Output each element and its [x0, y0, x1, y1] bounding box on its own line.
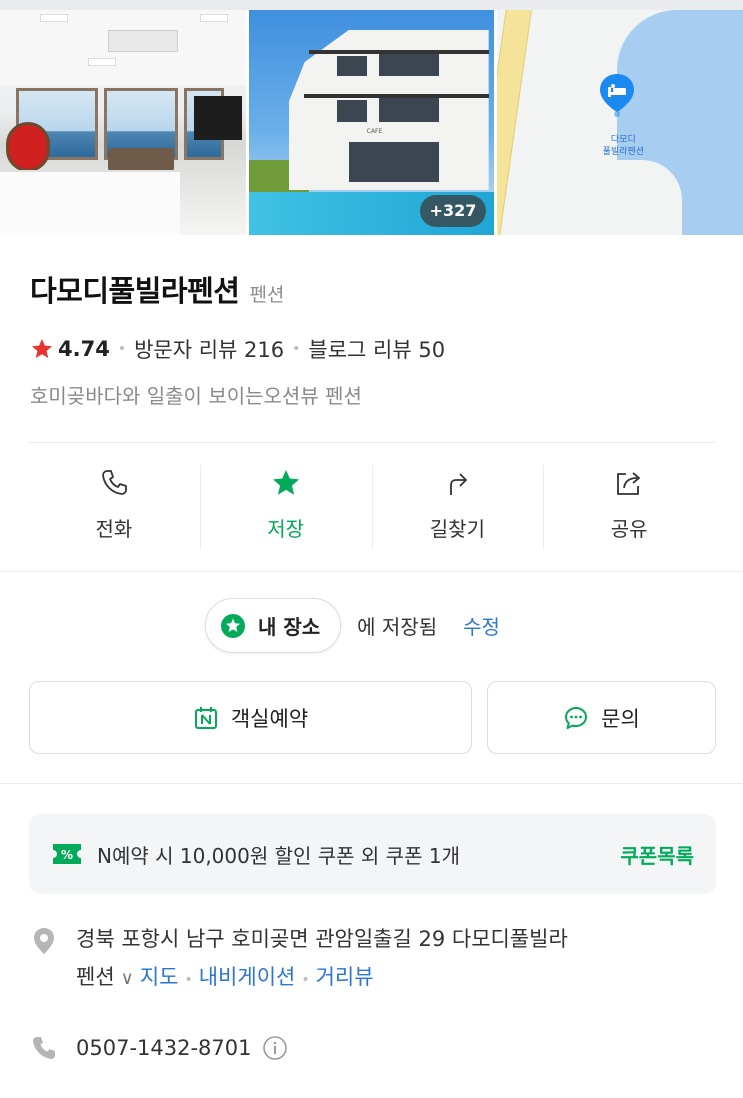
- building-window: [348, 142, 439, 182]
- place-title-row: 다모디풀빌라펜션 펜션: [30, 268, 284, 310]
- edit-link[interactable]: 수정: [463, 611, 500, 640]
- divider: [0, 571, 743, 572]
- place-name: 다모디풀빌라펜션: [30, 274, 240, 308]
- review-summary: 4.74 • 방문자 리뷰 216 • 블로그 리뷰 50: [30, 334, 445, 364]
- navigation-link[interactable]: 내비게이션: [199, 965, 296, 989]
- sofa: [108, 148, 174, 172]
- star-icon: [272, 470, 299, 495]
- action-bar: 전화 저장 길찾기 공유: [28, 465, 715, 549]
- map-place-label: 다모디 풀빌라펜션: [593, 134, 653, 158]
- building-window: [336, 56, 367, 76]
- map-label-line1: 다모디: [610, 135, 636, 145]
- save-label: 저장: [267, 517, 305, 541]
- inquiry-button[interactable]: 문의: [487, 681, 716, 754]
- info-icon[interactable]: [262, 1035, 288, 1061]
- rating-value: 4.74: [58, 337, 110, 361]
- top-strip: [0, 0, 743, 10]
- phone-row: 0507-1432-8701: [30, 1034, 288, 1062]
- share-button[interactable]: 공유: [543, 465, 715, 549]
- photo-exterior[interactable]: CAFE +327: [248, 10, 495, 235]
- photo-interior[interactable]: [0, 10, 246, 235]
- map-land: [592, 160, 683, 235]
- coupon-list-link[interactable]: 쿠폰목록: [620, 840, 694, 869]
- separator-dot: •: [184, 972, 193, 988]
- address-row: 경북 포항시 남구 호미곶면 관암일출길 29 다모디풀빌라 펜션 ∨ 지도 • 내비게…: [30, 926, 720, 999]
- room-reservation-label: 객실예약: [230, 706, 309, 731]
- map-pin-icon: [600, 74, 635, 117]
- building-window: [378, 54, 439, 76]
- cafe-sign: CAFE: [366, 128, 383, 135]
- share-label: 공유: [610, 517, 648, 541]
- coupon-text: N예약 시 10,000원 할인 쿠폰 외 쿠폰 1개: [97, 843, 460, 868]
- visitor-reviews-link[interactable]: 방문자 리뷰 216: [134, 334, 284, 364]
- inquiry-label: 문의: [601, 706, 640, 731]
- building-window: [378, 96, 439, 122]
- balcony-rail: [308, 50, 489, 54]
- chevron-down-icon[interactable]: ∨: [121, 968, 134, 989]
- svg-text:%: %: [61, 848, 73, 862]
- divider: [0, 783, 743, 784]
- directions-button[interactable]: 길찾기: [371, 465, 544, 549]
- save-button[interactable]: 저장: [199, 465, 372, 549]
- balcony-rail: [303, 94, 489, 98]
- share-icon: [617, 472, 641, 495]
- coupon-icon: %: [53, 844, 81, 864]
- place-category: 펜션: [249, 284, 285, 306]
- blog-reviews-link[interactable]: 블로그 리뷰 50: [308, 334, 445, 364]
- map-label-line2: 풀빌라펜션: [602, 147, 645, 157]
- saved-star-icon: [221, 613, 245, 638]
- naver-booking-icon: [194, 706, 217, 729]
- call-label: 전화: [95, 517, 133, 541]
- tv: [194, 96, 242, 140]
- separator-dot: •: [301, 972, 310, 988]
- map-road: [497, 10, 534, 235]
- address-text: 경북 포항시 남구 호미곶면 관암일출길 29 다모디풀빌라 펜션 ∨ 지도 • 내비게…: [76, 920, 568, 999]
- address-line2: 펜션: [76, 965, 115, 989]
- building-window: [336, 100, 367, 122]
- ceiling-light: [200, 14, 228, 22]
- phone-number[interactable]: 0507-1432-8701: [76, 1036, 252, 1060]
- photo-strip[interactable]: CAFE +327 다모디 풀빌라펜션: [0, 10, 743, 235]
- directions-label: 길찾기: [429, 517, 485, 541]
- saved-status-row: 내 장소 에 저장됨 수정: [205, 598, 500, 653]
- photo-count-badge[interactable]: +327: [419, 195, 487, 227]
- separator-dot: •: [117, 341, 127, 357]
- photo-map[interactable]: 다모디 풀빌라펜션: [497, 10, 743, 235]
- divider: [28, 442, 715, 443]
- directions-icon: [450, 473, 468, 495]
- room-reservation-button[interactable]: 객실예약: [29, 681, 472, 754]
- map-link[interactable]: 지도: [140, 965, 179, 989]
- coupon-banner[interactable]: % N예약 시 10,000원 할인 쿠폰 외 쿠폰 1개 쿠폰목록: [29, 814, 716, 894]
- phone-icon: [101, 470, 127, 495]
- saved-status-text: 에 저장됨: [357, 615, 438, 639]
- ceiling-light: [40, 14, 68, 22]
- chat-bubble-icon: [565, 706, 588, 729]
- my-places-label: 내 장소: [258, 615, 321, 639]
- my-places-chip[interactable]: 내 장소: [205, 598, 342, 653]
- ceiling-ac: [108, 30, 178, 52]
- cta-row: 객실예약 문의: [29, 681, 716, 754]
- ceiling-light: [88, 58, 116, 66]
- call-button[interactable]: 전화: [28, 465, 200, 549]
- place-description: 호미곶바다와 일출이 보이는오션뷰 펜션: [30, 384, 362, 408]
- separator-dot: •: [292, 341, 301, 357]
- address-line: 경북 포항시 남구 호미곶면 관암일출길 29 다모디풀빌라: [76, 927, 568, 951]
- bed: [0, 170, 180, 235]
- location-pin-icon: [34, 928, 54, 954]
- egg-chair: [6, 122, 50, 172]
- street-view-link[interactable]: 거리뷰: [316, 965, 374, 989]
- phone-icon: [33, 1037, 55, 1059]
- rating-star-icon: [32, 339, 52, 358]
